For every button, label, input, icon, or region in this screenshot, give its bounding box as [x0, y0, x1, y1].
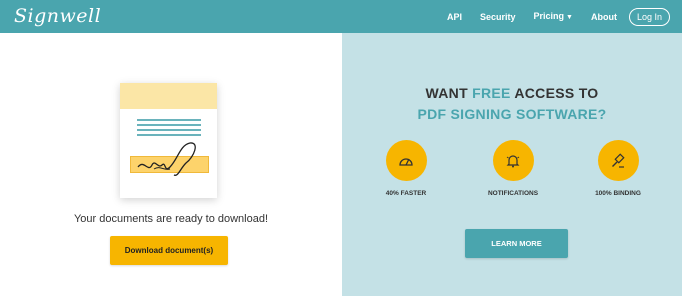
nav-links: API Security Pricing ▼ About Log In — [429, 8, 670, 26]
learn-more-button[interactable]: LEARN MORE — [465, 229, 568, 258]
speedometer-icon — [385, 140, 427, 181]
top-navbar: Signwell API Security Pricing ▼ About Log… — [0, 0, 682, 33]
login-button[interactable]: Log In — [628, 8, 670, 26]
nav-link-security[interactable]: Security — [480, 11, 516, 23]
promo-headline-line2: PDF SIGNING SOFTWARE? — [417, 106, 607, 122]
document-page — [120, 83, 217, 198]
promo-headline-access: ACCESS TO — [514, 85, 599, 101]
document-text-line — [137, 124, 201, 126]
gavel-icon — [597, 140, 639, 181]
document-text-line — [137, 134, 201, 136]
nav-link-pricing[interactable]: Pricing ▼ — [534, 10, 573, 24]
document-text-line — [137, 129, 201, 131]
promo-panel: WANT FREE ACCESS TO PDF SIGNING SOFTWARE… — [342, 33, 682, 296]
feature-label: 40% FASTER — [385, 190, 427, 197]
ready-message: Your documents are ready to download! — [73, 213, 269, 225]
feature-label: 100% BINDING — [595, 190, 641, 197]
document-header-band — [120, 83, 217, 109]
chevron-down-icon: ▼ — [566, 14, 573, 21]
bell-icon — [492, 140, 534, 181]
feature-label: NOTIFICATIONS — [487, 190, 539, 197]
signature-scribble-icon — [137, 142, 196, 176]
promo-headline-want: WANT — [425, 85, 468, 101]
document-illustration — [120, 83, 217, 198]
feature-binding: 100% BINDING — [578, 140, 658, 197]
promo-headline-free: FREE — [472, 85, 511, 101]
download-documents-button[interactable]: Download document(s) — [110, 236, 228, 265]
promo-headline-line1: WANT FREE ACCESS TO — [342, 85, 682, 101]
nav-link-api[interactable]: API — [447, 11, 462, 23]
nav-link-pricing-label: Pricing — [533, 11, 565, 21]
nav-link-about[interactable]: About — [591, 11, 617, 23]
signwell-logo[interactable]: Signwell — [14, 5, 101, 27]
download-panel: Your documents are ready to download! Do… — [0, 33, 342, 296]
document-text-line — [137, 119, 201, 121]
feature-notifications: NOTIFICATIONS — [473, 140, 553, 197]
feature-faster: 40% FASTER — [366, 140, 446, 197]
